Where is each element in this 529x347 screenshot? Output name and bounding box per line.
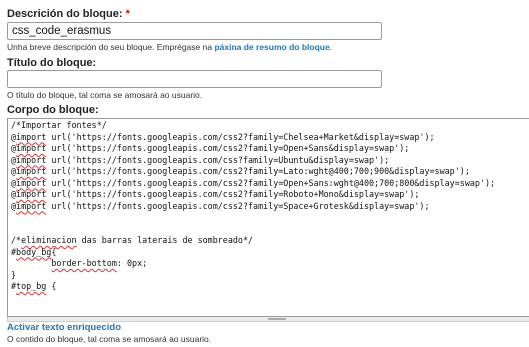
code-line[interactable]: @import url('https://fonts.googleapis.co…: [11, 155, 529, 167]
description-label: Descrición do bloque: *: [7, 8, 130, 20]
code-line[interactable]: [11, 224, 529, 236]
code-line[interactable]: #body_bg{: [11, 247, 529, 259]
body-code-content[interactable]: /*Importar fontes*/@import url('https://…: [8, 119, 529, 294]
description-help: Unha breve descripción do seu bloque. Em…: [7, 42, 332, 52]
code-line[interactable]: [11, 212, 529, 224]
description-label-text: Descrición do bloque:: [7, 8, 123, 20]
title-input[interactable]: [7, 70, 382, 88]
code-line[interactable]: /*Importar fontes*/: [11, 120, 529, 132]
code-line[interactable]: /*eliminacion das barras laterais de som…: [11, 235, 529, 247]
code-line[interactable]: border-bottom: 0px;: [11, 258, 529, 270]
required-mark: *: [125, 8, 130, 20]
code-line[interactable]: @import url('https://fonts.googleapis.co…: [11, 132, 529, 144]
body-label: Corpo do bloque:: [7, 104, 99, 116]
code-line[interactable]: @import url('https://fonts.googleapis.co…: [11, 143, 529, 155]
grip-lines-icon: [268, 318, 286, 320]
description-help-text: Unha breve descripción do seu bloque. Em…: [7, 42, 215, 52]
rich-text-toggle-link[interactable]: Activar texto enriquecido: [7, 322, 121, 333]
title-label: Título do bloque:: [7, 57, 97, 69]
code-line[interactable]: #top_bg {: [11, 281, 529, 293]
title-help: O título do bloque, tal coma se amosará …: [7, 90, 203, 100]
block-overview-link[interactable]: páxina de resumo do bloque: [214, 42, 329, 52]
description-help-suffix: .: [329, 42, 333, 52]
code-line[interactable]: }: [11, 270, 529, 282]
code-line[interactable]: @import url('https://fonts.googleapis.co…: [11, 166, 529, 178]
body-code-editor[interactable]: /*Importar fontes*/@import url('https://…: [7, 118, 529, 317]
code-line[interactable]: @import url('https://fonts.googleapis.co…: [11, 178, 529, 190]
code-line[interactable]: @import url('https://fonts.googleapis.co…: [11, 189, 529, 201]
body-help: O contido do bloque, tal coma se amosará…: [7, 334, 212, 344]
code-line[interactable]: @import url('https://fonts.googleapis.co…: [11, 201, 529, 213]
description-input[interactable]: [7, 22, 382, 40]
